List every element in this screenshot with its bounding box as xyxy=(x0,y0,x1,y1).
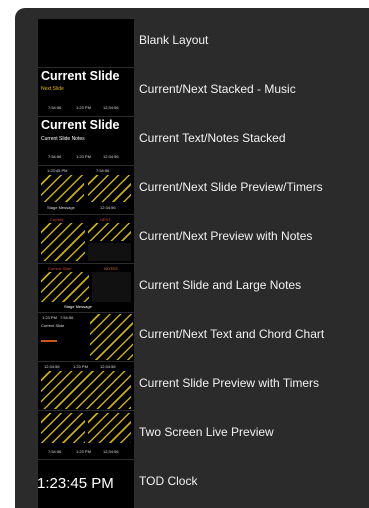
screen-one-preview xyxy=(41,413,85,443)
layout-item-current-next-slide-preview-timers[interactable]: 1:23:45 PM 7:54:56 Stage Message 12:34:5… xyxy=(38,163,358,214)
thumb-time: 7:54:56 xyxy=(48,449,62,454)
notes-area xyxy=(92,272,131,302)
layout-thumbnail: Current Slide NOTES Stage Message xyxy=(38,264,134,312)
layout-item-current-next-preview-notes[interactable]: Current NEXT Current/Next Preview with N… xyxy=(38,212,358,263)
layout-item-current-next-stacked-music[interactable]: Current Slide Next Slide 7:54:56 1:23 PM… xyxy=(38,65,358,116)
current-slide-preview xyxy=(41,272,89,302)
layout-thumbnail: 1:23 PM 7:54:56 Current Slide xyxy=(38,313,134,361)
layout-item-current-slide-large-notes[interactable]: Current Slide NOTES Stage Message Curren… xyxy=(38,261,358,312)
layout-thumbnail xyxy=(38,19,134,67)
thumb-current-slide: Current Slide xyxy=(41,323,65,328)
thumb-current-label: Current xyxy=(50,217,64,222)
current-slide-preview xyxy=(41,371,131,409)
layout-item-current-next-text-chord-chart[interactable]: 1:23 PM 7:54:56 Current Slide Current/Ne… xyxy=(38,310,358,361)
thumb-time: 12:34:56 xyxy=(44,364,60,369)
thumb-stage-message: Stage Message xyxy=(64,304,92,309)
current-slide-preview xyxy=(41,175,84,202)
layout-item-current-slide-preview-timers[interactable]: 12:34:56 1:23 PM 12:34:56 Current Slide … xyxy=(38,359,358,410)
layout-thumbnail: Current Slide Next Slide 7:54:56 1:23 PM… xyxy=(38,68,134,116)
thumb-time: 7:54:56 xyxy=(48,105,62,110)
thumb-clock: 1:23:45 PM xyxy=(38,475,114,492)
thumb-stage-message: Stage Message xyxy=(47,205,75,210)
notes-area xyxy=(88,243,131,261)
layout-thumbnail: Current NEXT xyxy=(38,215,134,263)
thumb-time: 1:23 PM xyxy=(42,315,57,320)
layout-thumbnail: Current Slide Current Slide Notes 7:54:5… xyxy=(38,117,134,165)
layout-label: Current Slide and Large Notes xyxy=(139,278,302,292)
next-slide-preview xyxy=(88,223,131,241)
layout-label: Current/Next Slide Preview/Timers xyxy=(139,180,323,194)
layout-thumbnail: 1:23:45 PM 7:54:56 Stage Message 12:34:5… xyxy=(38,166,134,214)
next-slide-preview xyxy=(88,175,131,202)
layout-item-tod-clock[interactable]: 1:23:45 PM TOD Clock xyxy=(38,457,358,508)
thumb-time: 12:34:56 xyxy=(103,154,119,159)
thumb-time: 1:23 PM xyxy=(76,105,91,110)
layout-thumbnail: 1:23:45 PM xyxy=(38,460,134,508)
current-slide-preview xyxy=(41,223,85,261)
layout-label: Current Text/Notes Stacked xyxy=(139,131,286,145)
thumb-time: 1:23 PM xyxy=(76,154,91,159)
thumb-subtitle: Next Slide xyxy=(41,86,64,92)
screen-two-preview xyxy=(88,413,131,443)
layout-item-two-screen-live-preview[interactable]: 7:54:56 1:23 PM 12:34:56 Two Screen Live… xyxy=(38,408,358,459)
layout-thumbnail: 12:34:56 1:23 PM 12:34:56 xyxy=(38,362,134,410)
thumb-title: Current Slide xyxy=(41,69,120,83)
layout-label: TOD Clock xyxy=(139,474,198,488)
thumb-time: 7:54:56 xyxy=(60,315,74,320)
thumb-time: 12:34:56 xyxy=(103,105,119,110)
thumb-time: 7:54:56 xyxy=(96,168,110,173)
thumb-next-label: NEXT xyxy=(100,217,111,222)
chord-chart-preview xyxy=(90,314,133,360)
thumb-time: 12:34:56 xyxy=(100,364,116,369)
layout-label: Blank Layout xyxy=(139,33,209,47)
layout-item-current-text-notes-stacked[interactable]: Current Slide Current Slide Notes 7:54:5… xyxy=(38,114,358,165)
thumb-current-label: Current Slide xyxy=(48,266,72,271)
layout-label: Current/Next Text and Chord Chart xyxy=(139,327,325,341)
thumb-subtitle: Current Slide Notes xyxy=(41,136,85,142)
layout-menu: Blank Layout Current Slide Next Slide 7:… xyxy=(15,8,369,508)
layout-label: Current/Next Preview with Notes xyxy=(139,229,313,243)
layout-label: Two Screen Live Preview xyxy=(139,425,274,439)
thumb-time: 1:23 PM xyxy=(76,449,91,454)
layout-label: Current/Next Stacked - Music xyxy=(139,82,296,96)
thumb-time: 7:54:56 xyxy=(48,154,62,159)
accent-line xyxy=(41,340,57,342)
layout-label: Current Slide Preview with Timers xyxy=(139,376,320,390)
thumb-time: 1:23 PM xyxy=(73,364,88,369)
thumb-time: 1:23:45 PM xyxy=(47,168,68,173)
layout-thumbnail: 7:54:56 1:23 PM 12:34:56 xyxy=(38,411,134,459)
thumb-title: Current Slide xyxy=(41,118,120,132)
layout-item-blank[interactable]: Blank Layout xyxy=(38,16,358,67)
thumb-notes-label: NOTES xyxy=(104,266,118,271)
thumb-time: 12:34:56 xyxy=(100,205,116,210)
thumb-time: 12:34:56 xyxy=(103,449,119,454)
